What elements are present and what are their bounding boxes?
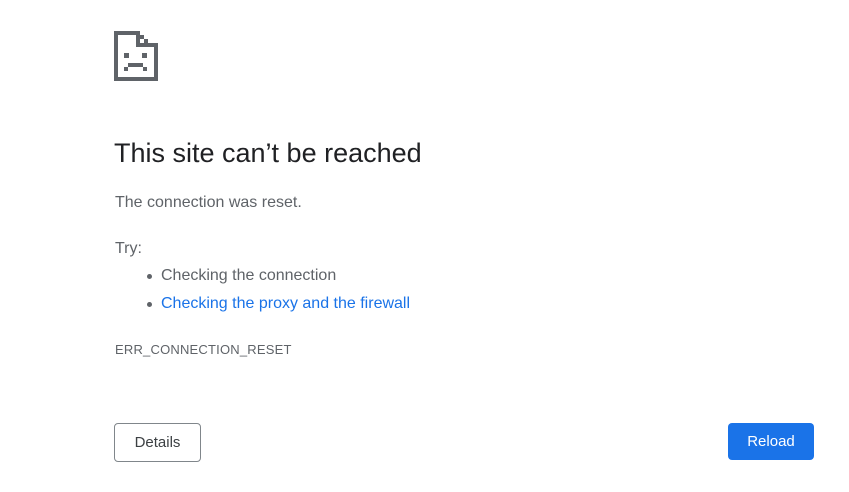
details-button[interactable]: Details	[114, 423, 201, 462]
bullet-icon	[147, 274, 152, 279]
suggestion-list: Checking the connection Checking the pro…	[146, 265, 410, 321]
reload-button[interactable]: Reload	[728, 423, 814, 460]
suggestion-item-connection: Checking the connection	[146, 265, 410, 293]
error-message: The connection was reset.	[115, 194, 302, 211]
suggestion-item-proxy-firewall: Checking the proxy and the firewall	[146, 293, 410, 321]
page-title: This site can’t be reached	[114, 138, 422, 168]
error-code: ERR_CONNECTION_RESET	[115, 342, 292, 357]
bullet-icon	[147, 302, 152, 307]
suggestion-label: Checking the connection	[161, 267, 337, 284]
try-label: Try:	[115, 240, 142, 257]
proxy-firewall-link[interactable]: Checking the proxy and the firewall	[161, 295, 410, 312]
sad-document-icon	[114, 31, 158, 81]
